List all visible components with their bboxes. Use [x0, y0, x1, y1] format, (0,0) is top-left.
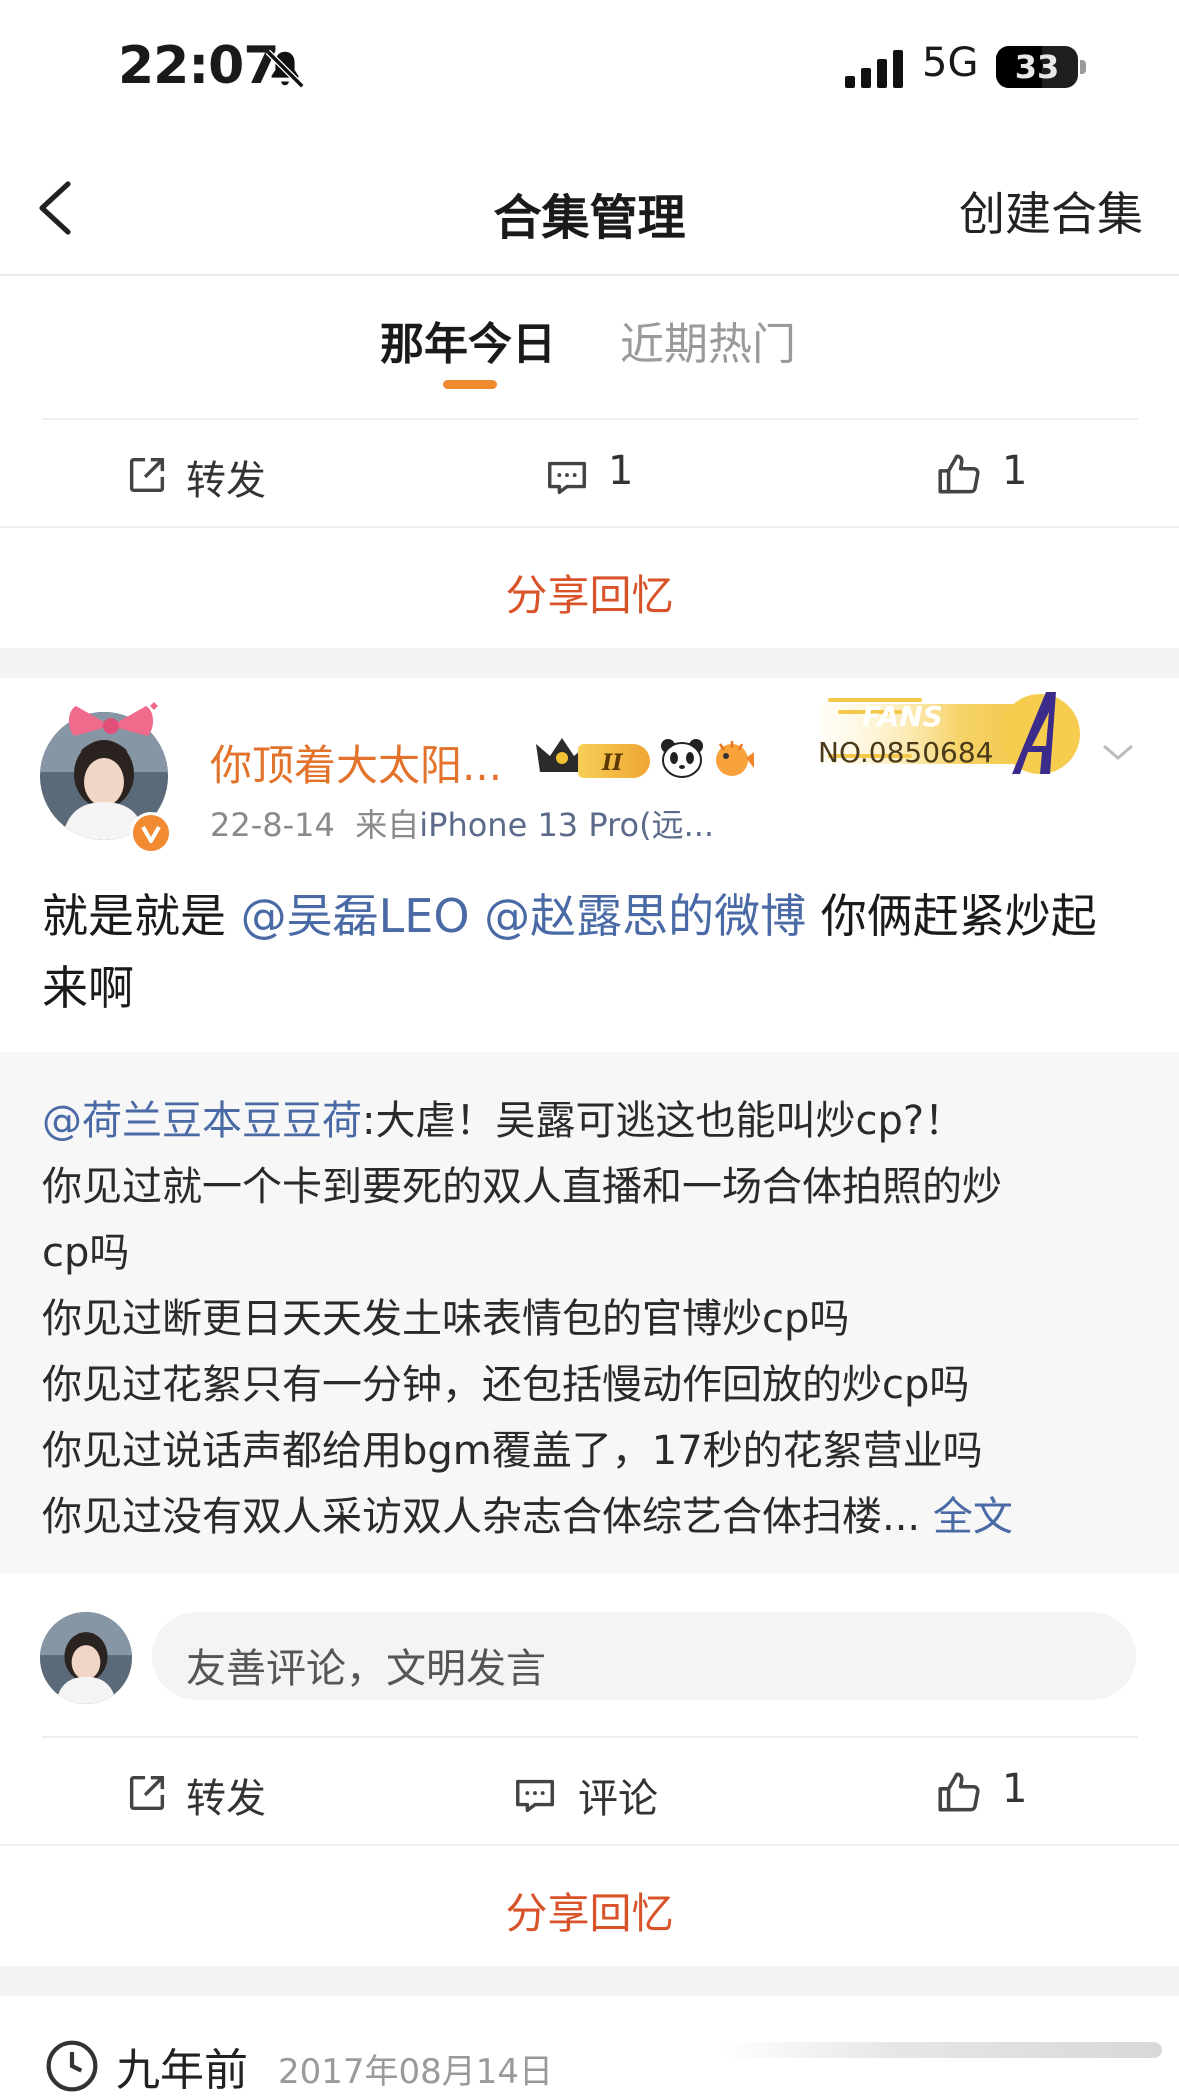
- level-badge-icon: II: [578, 744, 650, 778]
- like-button[interactable]: 1: [934, 1762, 1084, 1822]
- like-count: 1: [1002, 448, 1028, 494]
- post-text-suffix: 你俩赶紧炒起: [806, 889, 1097, 943]
- fans-badge-number: NO.0850684: [818, 736, 993, 769]
- repost-button[interactable]: 转发: [120, 448, 320, 508]
- pufferfish-icon: [710, 736, 756, 780]
- comment-icon: [516, 1779, 554, 1813]
- post-meta: 22-8-14 来自iPhone 13 Pro(远...: [210, 800, 714, 846]
- signal-icon: [845, 50, 903, 88]
- panda-icon: [658, 736, 706, 780]
- fans-badge-word: FANS: [862, 700, 943, 733]
- battery-icon: 33: [996, 46, 1078, 88]
- mention-link[interactable]: @吴磊LEO: [241, 889, 470, 943]
- comment-icon: [548, 461, 586, 495]
- verified-badge-icon: [130, 812, 172, 854]
- create-collection-button[interactable]: 创建合集: [959, 178, 1143, 244]
- post-text-prefix: 就是就是: [42, 889, 241, 943]
- comment-button[interactable]: 评论: [512, 1766, 692, 1826]
- memory-date: 2017年08月14日: [278, 2052, 554, 2092]
- quote-line: @荷兰豆本豆豆荷:大虐！吴露可逃这也能叫炒cp?！: [42, 1098, 965, 1144]
- post-source: iPhone 13 Pro(远...: [419, 806, 715, 844]
- decorative-ribbon: [722, 2042, 1162, 2058]
- comment-label: 评论: [578, 1776, 658, 1822]
- post-date: 22-8-14: [210, 806, 335, 844]
- divider: [42, 418, 1138, 420]
- bell-muted-icon: [265, 49, 305, 89]
- post-source-prefix: 来自: [355, 806, 420, 844]
- chevron-down-icon[interactable]: [1100, 740, 1136, 764]
- battery-nub: [1080, 60, 1086, 74]
- post-text-line2: 来啊: [42, 961, 134, 1015]
- like-button[interactable]: 1: [934, 444, 1084, 504]
- divider: [0, 526, 1179, 528]
- battery-level: 33: [1014, 48, 1060, 86]
- quote-line: 你见过就一个卡到要死的双人直播和一场合体拍照的炒: [42, 1164, 1002, 1210]
- username[interactable]: 你顶着大太阳...: [210, 732, 502, 793]
- header-divider: [0, 274, 1179, 276]
- repost-icon: [129, 1775, 165, 1811]
- clock-icon: [46, 2040, 98, 2092]
- repost-label: 转发: [186, 1776, 266, 1822]
- tab-indicator: [443, 380, 497, 389]
- network-type: 5G: [922, 40, 979, 86]
- section-separator: [0, 648, 1179, 678]
- mention-link[interactable]: @赵露思的微博: [484, 889, 806, 943]
- repost-icon: [129, 457, 165, 493]
- my-avatar[interactable]: [40, 1612, 132, 1704]
- divider: [0, 1844, 1179, 1846]
- quote-line: 你见过断更日天天发土味表情包的官博炒cp吗: [42, 1296, 850, 1342]
- share-memory-button[interactable]: 分享回忆: [0, 562, 1179, 623]
- quote-line: 你见过没有双人采访双人杂志合体综艺合体扫楼... 全文: [42, 1494, 1013, 1540]
- fans-badge[interactable]: FANS NO.0850684: [800, 682, 1100, 782]
- post-text: 就是就是 @吴磊LEO @赵露思的微博 你俩赶紧炒起 来啊: [42, 880, 1142, 1024]
- status-time: 22:07: [118, 36, 280, 96]
- repost-button[interactable]: 转发: [120, 1766, 320, 1826]
- quote-line: 你见过花絮只有一分钟，还包括慢动作回放的炒cp吗: [42, 1362, 970, 1408]
- tab-that-day[interactable]: 那年今日: [380, 308, 556, 372]
- comment-button[interactable]: 1: [544, 448, 694, 508]
- svg-text:II: II: [601, 750, 623, 776]
- mention-link[interactable]: @荷兰豆本豆豆荷: [42, 1098, 362, 1144]
- divider: [42, 1736, 1138, 1738]
- repost-label: 转发: [186, 458, 266, 504]
- full-text-link[interactable]: 全文: [933, 1494, 1013, 1540]
- comment-placeholder: 友善评论，文明发言: [186, 1646, 546, 1692]
- section-separator: [0, 1966, 1179, 1996]
- bow-icon: [68, 702, 158, 736]
- quote-line: 你见过说话声都给用bgm覆盖了，17秒的花絮营业吗: [42, 1428, 983, 1474]
- quote-line: cp吗: [42, 1230, 130, 1276]
- tab-recent-hot[interactable]: 近期热门: [620, 308, 796, 372]
- share-memory-button[interactable]: 分享回忆: [0, 1880, 1179, 1941]
- like-count: 1: [1002, 1766, 1028, 1812]
- thumbs-up-icon: [938, 454, 980, 494]
- thumbs-up-icon: [938, 1772, 980, 1812]
- comment-count: 1: [608, 448, 634, 494]
- years-ago: 九年前: [116, 2045, 248, 2096]
